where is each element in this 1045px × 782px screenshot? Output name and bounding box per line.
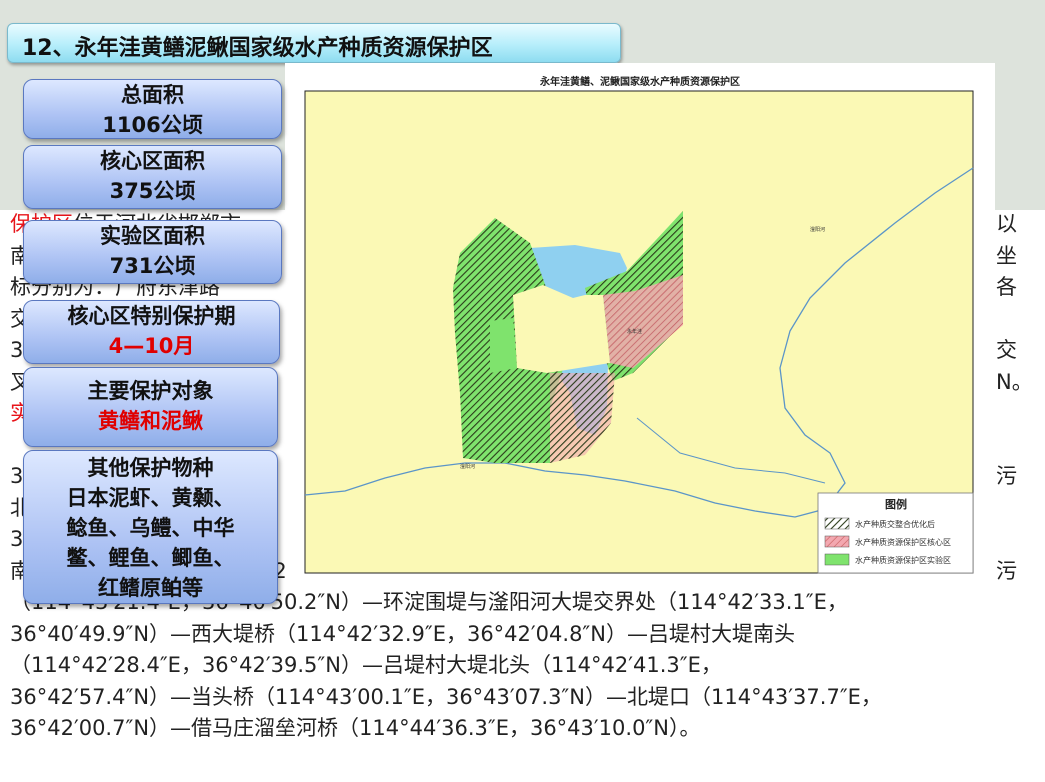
legend-swatch-hatch bbox=[824, 517, 850, 530]
stat-value: 731公顷 bbox=[109, 254, 196, 278]
title-bar: 12、永年洼黄鳝泥鳅国家级水产种质资源保护区 bbox=[7, 23, 621, 63]
stat-label: 主要保护对象 bbox=[87, 379, 214, 403]
stat-box-main-target: 主要保护对象 黄鳝和泥鳅 bbox=[23, 367, 278, 447]
stat-box-core-area: 核心区面积 375公顷 bbox=[23, 145, 282, 209]
map-svg: 滏阳河 滏阳河 永年洼 图例 水产种质交整合优化后 水产种质资源保护区核心区 水… bbox=[304, 90, 974, 574]
inner-area bbox=[513, 285, 610, 373]
text-right-fragments: 以 坐 各 交 N。 污 污 bbox=[996, 212, 1033, 583]
stat-label: 其他保护物种 bbox=[87, 456, 214, 480]
stat-label: 核心区特别保护期 bbox=[67, 304, 236, 328]
center-label: 永年洼 bbox=[627, 328, 642, 335]
stat-label: 实验区面积 bbox=[100, 224, 205, 248]
stat-box-other-species: 其他保护物种 日本泥虾、黄颡、 鲶鱼、乌鳢、中华 鳖、鲤鱼、鲫鱼、 红鳍原鲌等 bbox=[23, 450, 278, 604]
map-figure: 永年洼黄鳝、泥鳅国家级水产种质资源保护区 滏阳河 滏阳河 永年洼 图例 水产种质… bbox=[285, 63, 995, 581]
legend-swatch-experimental bbox=[824, 553, 850, 566]
species-line: 鳖、鲤鱼、鲫鱼、 bbox=[66, 546, 235, 570]
text-line: 36°42′00.7″N）—借马庄溜垒河桥（114°44′36.3″E，36°4… bbox=[10, 716, 701, 740]
experimental-patch bbox=[490, 318, 517, 373]
text-line: 36°40′49.9″N）—西大堤桥（114°42′32.9″E，36°42′0… bbox=[10, 621, 795, 646]
stat-label: 总面积 bbox=[121, 83, 184, 107]
stat-value: 黄鳝和泥鳅 bbox=[98, 409, 203, 433]
river-label-bottom: 滏阳河 bbox=[460, 463, 475, 470]
stat-value: 4—10月 bbox=[108, 334, 195, 358]
stat-value: 375公顷 bbox=[109, 179, 196, 203]
stat-box-protection-period: 核心区特别保护期 4—10月 bbox=[23, 300, 280, 364]
text-line: （114°42′28.4″E，36°42′39.5″N）—吕堤村大堤北头（114… bbox=[10, 653, 722, 677]
species-line: 鲶鱼、乌鳢、中华 bbox=[66, 516, 235, 540]
legend-swatch-core-hatch bbox=[825, 536, 849, 547]
stat-box-experimental-area: 实验区面积 731公顷 bbox=[23, 220, 282, 284]
river-label-right: 滏阳河 bbox=[810, 226, 825, 233]
legend: 图例 水产种质交整合优化后 水产种质资源保护区核心区 水产种质资源保护区实验区 bbox=[817, 492, 974, 574]
stat-value: 1106公顷 bbox=[102, 113, 203, 137]
stat-box-total-area: 总面积 1106公顷 bbox=[23, 79, 282, 139]
legend-item-1: 水产种质交整合优化后 bbox=[855, 519, 935, 529]
species-line: 日本泥虾、黄颡、 bbox=[66, 486, 235, 510]
text-line: 36°42′57.4″N）—当头桥（114°43′00.1″E，36°43′07… bbox=[10, 684, 882, 709]
legend-title: 图例 bbox=[885, 497, 907, 511]
legend-item-3: 水产种质资源保护区实验区 bbox=[855, 555, 951, 565]
species-line: 红鳍原鲌等 bbox=[98, 576, 203, 600]
legend-item-2: 水产种质资源保护区核心区 bbox=[855, 537, 951, 547]
page-title: 12、永年洼黄鳝泥鳅国家级水产种质资源保护区 bbox=[22, 36, 493, 61]
stat-label: 核心区面积 bbox=[100, 149, 205, 173]
